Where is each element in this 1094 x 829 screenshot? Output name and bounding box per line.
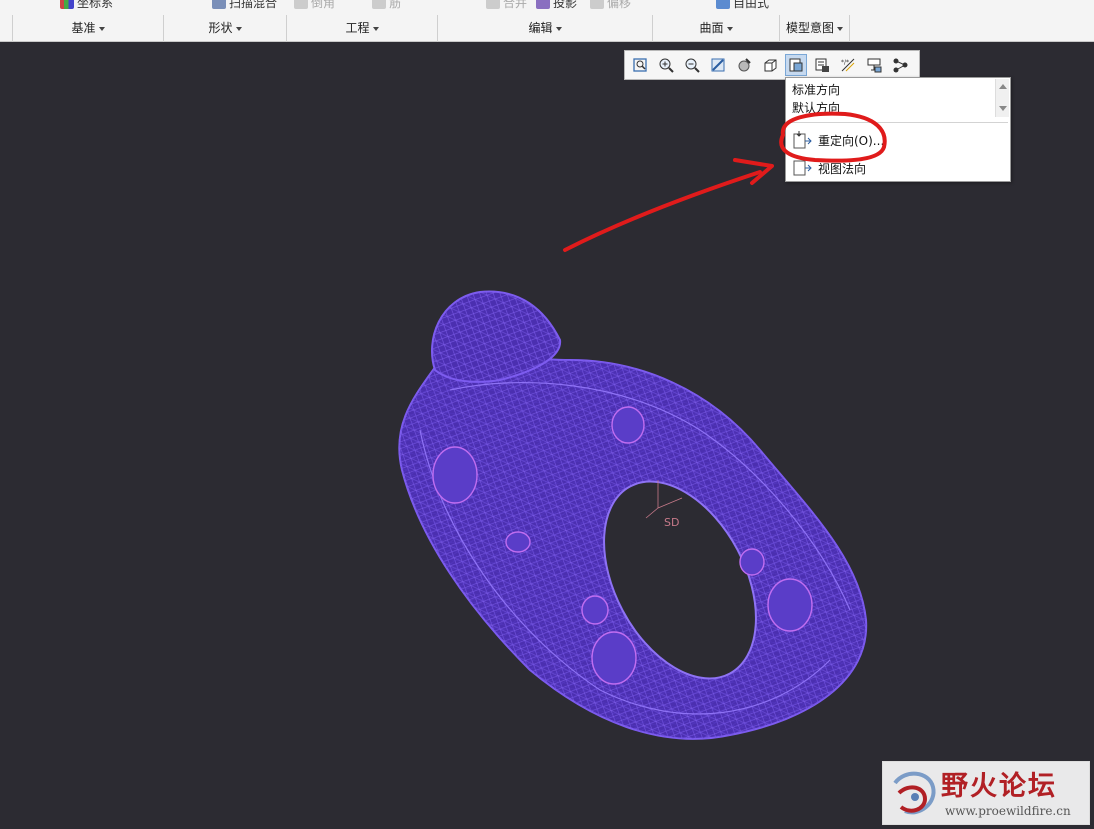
forum-title: 野火论坛 [941,771,1057,802]
freestyle-icon [716,0,730,9]
list-item-default-orientation[interactable]: 默认方向 [792,99,840,116]
chevron-down-icon [235,26,242,31]
forum-logo-icon [893,771,936,815]
ribbon-command-row: 坐标系 扫描混合 倒角 筋 合并 投影 偏移 自由式 [0,0,1094,15]
spin-center-icon[interactable] [889,54,911,76]
merge-icon [486,0,500,9]
project-icon [536,0,550,9]
csys-icon [60,0,74,9]
group-model-intent[interactable]: 模型意图 [780,15,850,42]
list-item-standard-orientation[interactable]: 标准方向 [792,81,840,98]
swept-blend-icon [212,0,226,9]
saved-orientations-icon[interactable] [785,54,807,76]
orientation-dropdown: 标准方向 默认方向 重定向(O)... 视图法向 [785,77,1011,182]
ribbon: 坐标系 扫描混合 倒角 筋 合并 投影 偏移 自由式 基准 形状 工程 编辑 曲… [0,0,1094,42]
wireframe-model[interactable]: SD [380,280,880,760]
reorient-icon [790,130,814,150]
menu-item-reorient[interactable]: 重定向(O)... [790,129,1000,151]
csys-label: SD [664,516,679,529]
annotation-arrow [563,170,762,252]
view-toolbar: */* [624,50,920,80]
chevron-down-icon [837,26,843,31]
refit-icon[interactable] [629,54,651,76]
menu-item-view-normal[interactable]: 视图法向 [790,157,1000,179]
annotation-display-icon[interactable] [863,54,885,76]
forum-url: www.proewildfire.cn [945,804,1071,818]
view-orientation-icon[interactable] [759,54,781,76]
merge-button[interactable]: 合并 [486,0,527,11]
zoom-out-icon[interactable] [681,54,703,76]
menu-item-label: 视图法向 [818,161,867,176]
arrow-head-icon [733,158,774,185]
round-icon [294,0,308,9]
offset-button[interactable]: 偏移 [590,0,631,11]
rib-icon [372,0,386,9]
scroll-down-icon[interactable] [999,106,1007,111]
saved-orientations-list: 标准方向 默认方向 [786,78,996,118]
group-shapes[interactable]: 形状 [164,15,287,42]
group-datum[interactable]: 基准 [12,15,164,42]
svg-text:*/*: */* [841,59,849,66]
menu-divider [788,122,1008,123]
chevron-down-icon [372,26,379,31]
display-style-icon[interactable] [733,54,755,76]
freestyle-button[interactable]: 自由式 [716,0,769,11]
group-engineering[interactable]: 工程 [287,15,438,42]
swept-blend-button[interactable]: 扫描混合 [212,0,277,11]
coordinate-system-button[interactable]: 坐标系 [60,0,113,11]
round-button[interactable]: 倒角 [294,0,335,11]
menu-item-label: 重定向(O)... [818,133,885,148]
list-scrollbar[interactable] [995,79,1009,117]
rib-button[interactable]: 筋 [372,0,401,11]
ribbon-group-bar: 基准 形状 工程 编辑 曲面 模型意图 [0,15,1094,42]
view-normal-icon [790,158,814,178]
zoom-in-icon[interactable] [655,54,677,76]
group-surfaces[interactable]: 曲面 [653,15,780,42]
chevron-down-icon [98,26,105,31]
group-editing[interactable]: 编辑 [438,15,653,42]
forum-watermark: 野火论坛 www.proewildfire.cn [882,761,1090,825]
project-button[interactable]: 投影 [536,0,577,11]
offset-icon [590,0,604,9]
repaint-icon[interactable] [707,54,729,76]
chevron-down-icon [726,26,733,31]
datum-display-icon[interactable]: */* [837,54,859,76]
chevron-down-icon [555,26,562,31]
view-manager-icon[interactable] [811,54,833,76]
scroll-up-icon[interactable] [999,84,1007,89]
